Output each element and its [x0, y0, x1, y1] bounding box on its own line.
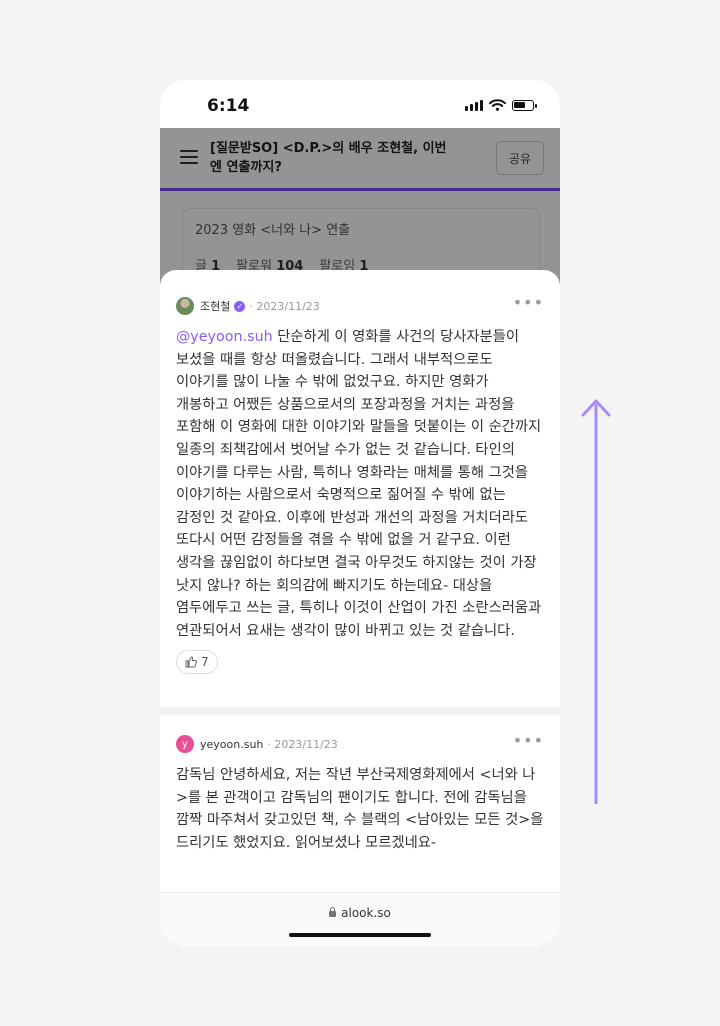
status-bar: 6:14 [160, 80, 560, 128]
signal-icon [465, 99, 483, 111]
status-time: 6:14 [207, 96, 250, 116]
status-icons [465, 99, 537, 111]
comment-item: 조현철 ✓ · 2023/11/23 ••• @yeyoon.suh 단순하게 … [176, 295, 544, 675]
home-indicator[interactable] [289, 933, 431, 937]
comment-divider [160, 707, 560, 715]
scroll-fade [160, 850, 560, 890]
avatar[interactable] [176, 297, 194, 315]
wifi-icon [489, 99, 506, 111]
comment-date: · 2023/11/23 [249, 299, 320, 313]
thumbs-up-icon [185, 656, 197, 668]
comments-sheet: 조현철 ✓ · 2023/11/23 ••• @yeyoon.suh 단순하게 … [160, 270, 560, 946]
comment-author[interactable]: yeyoon.suh [200, 738, 263, 751]
more-icon[interactable]: ••• [513, 295, 544, 311]
battery-icon [512, 99, 537, 111]
comment-date: · 2023/11/23 [267, 737, 338, 751]
comment-header: y yeyoon.suh · 2023/11/23 ••• [176, 733, 544, 754]
comment-header: 조현철 ✓ · 2023/11/23 ••• [176, 295, 544, 316]
more-icon[interactable]: ••• [513, 733, 544, 749]
verified-badge-icon: ✓ [234, 300, 246, 312]
comment-body: @yeyoon.suh 단순하게 이 영화를 사건의 당사자분들이 보셨을 때를… [176, 329, 542, 639]
like-button[interactable]: 7 [176, 650, 218, 675]
lock-icon [329, 907, 337, 917]
comment-author[interactable]: 조현철 [200, 298, 230, 314]
browser-bottom-bar: alook.so [160, 892, 560, 946]
url-bar[interactable]: alook.so [160, 906, 560, 920]
comment-item: y yeyoon.suh · 2023/11/23 ••• 감독님 안녕하세요,… [176, 733, 544, 854]
avatar[interactable]: y [176, 735, 194, 753]
mention-link[interactable]: @yeyoon.suh [176, 329, 273, 345]
url-text: alook.so [341, 906, 391, 920]
swipe-up-arrow-icon [581, 399, 611, 804]
phone-frame: 6:14 [질문받SO] <D.P.>의 배우 조현철, 이번엔 연출까지? 공… [160, 80, 560, 946]
comment-body: 감독님 안녕하세요, 저는 작년 부산국제영화제에서 <너와 나>를 본 관객이… [176, 767, 544, 851]
like-count: 7 [201, 655, 209, 670]
